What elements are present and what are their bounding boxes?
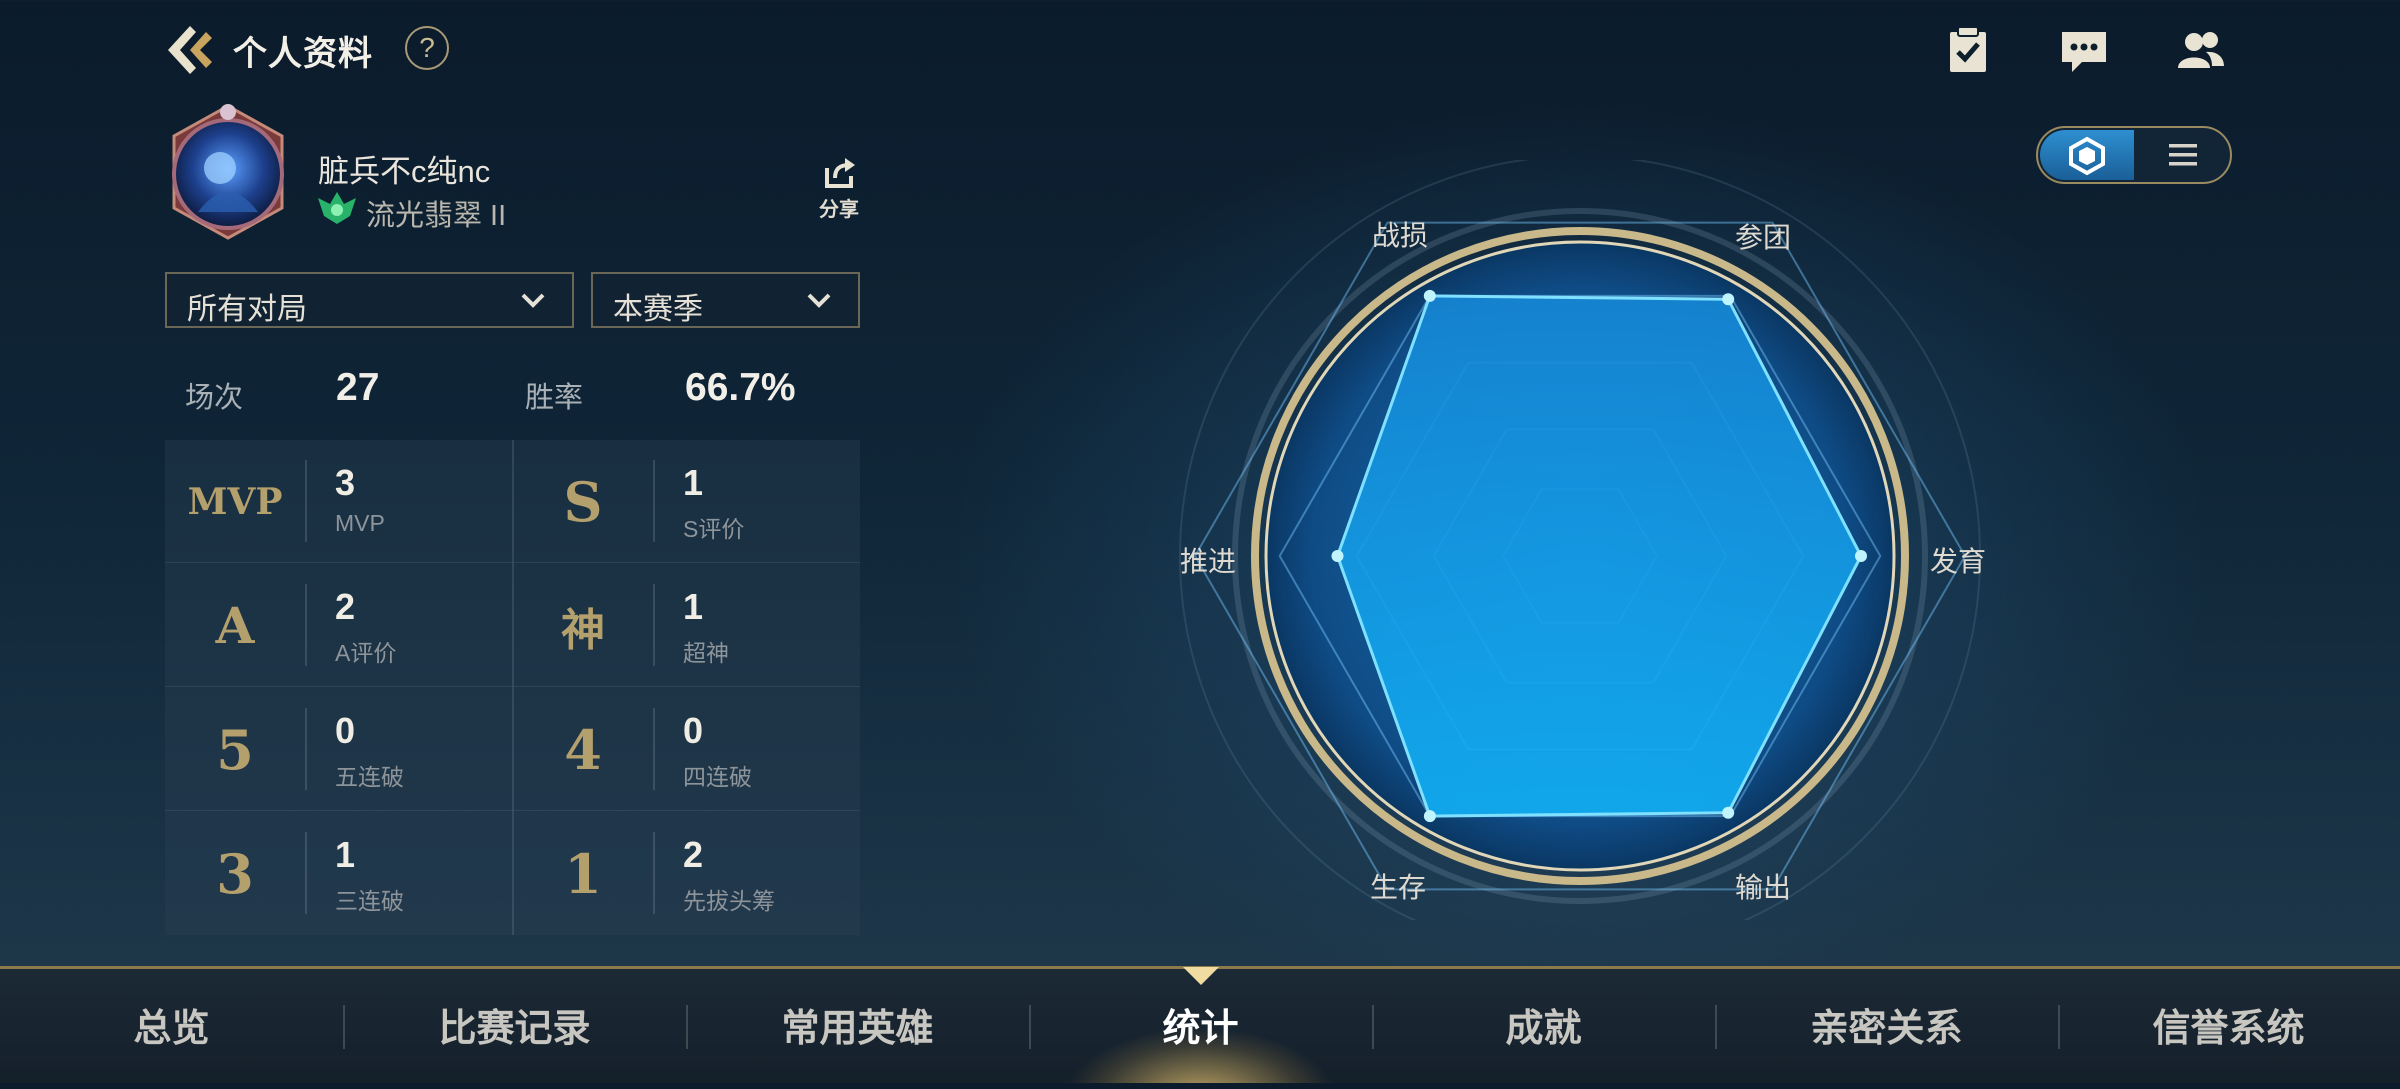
back-arrow-icon [168, 26, 212, 74]
radar-label-shengcun: 生存 [1370, 872, 1427, 903]
rank-emblem-icon [316, 190, 358, 226]
chat-bubble-icon [2062, 32, 2106, 72]
stat-name: 超神 [683, 640, 729, 666]
radar-label-fayu: 发育 [1930, 546, 1987, 577]
stat-triple-kill: 3 1 三连破 [165, 812, 512, 935]
stat-value: 1 [683, 462, 704, 503]
stat-value: 0 [335, 710, 356, 751]
avatar[interactable] [158, 102, 298, 242]
stat-value: 0 [683, 710, 704, 751]
chevron-down-icon [521, 293, 545, 308]
page-title: 个人资料 [233, 35, 373, 73]
winrate-label: 胜率 [525, 382, 584, 414]
tab-credit[interactable]: 信誉系统 [2057, 969, 2400, 1083]
stat-value: 1 [683, 586, 704, 627]
tab-relationships[interactable]: 亲密关系 [1715, 969, 2058, 1083]
friends-icon [2178, 32, 2224, 68]
back-button[interactable] [160, 20, 220, 80]
avatar-frame-icon [172, 104, 284, 240]
radar-point-fayu [1855, 550, 1867, 562]
games-value: 27 [336, 366, 380, 409]
tab-achievements[interactable]: 成就 [1372, 969, 1715, 1083]
radar-label-zhansun: 战损 [1372, 220, 1429, 251]
share-label: 分享 [819, 199, 859, 221]
radar-point-zhansun [1423, 289, 1436, 302]
player-nickname: 脏兵不c纯nc [318, 154, 491, 189]
quadra-badge-icon: 4 [564, 717, 602, 782]
checklist-icon [1950, 26, 1986, 72]
first-blood-badge-icon: 1 [564, 841, 602, 906]
stat-quadra-kill: 4 0 四连破 [513, 688, 860, 811]
stat-legendary: 神 1 超神 [513, 564, 860, 687]
chevron-down-icon [807, 293, 831, 308]
radar-view-button[interactable] [2040, 130, 2134, 180]
tab-match-history[interactable]: 比赛记录 [343, 969, 686, 1083]
penta-badge-icon: 5 [216, 717, 254, 782]
radar-point-tuijin [1331, 550, 1344, 562]
chat-button[interactable] [2056, 22, 2112, 78]
stat-name: 五连破 [335, 764, 404, 790]
winrate-value: 66.7% [685, 366, 796, 409]
radar-point-shengcun [1423, 810, 1436, 823]
view-toggle[interactable] [2036, 126, 2232, 184]
tab-overview[interactable]: 总览 [0, 969, 343, 1083]
mvp-badge-icon: MVP [187, 480, 283, 523]
stat-a-rating: A 2 A评价 [165, 564, 512, 687]
tab-statistics[interactable]: 统计 [1029, 969, 1372, 1083]
stat-name: 先拔头筹 [683, 888, 775, 914]
stat-first-blood: 1 2 先拔头筹 [513, 812, 860, 935]
a-badge-icon: A [215, 596, 255, 655]
radar-chart [1179, 160, 1981, 920]
radar-label-cantuan: 参团 [1735, 222, 1792, 253]
stat-value: 1 [335, 834, 356, 875]
stat-name: 四连破 [683, 764, 752, 790]
mode-dropdown-value: 所有对局 [187, 293, 307, 326]
mode-dropdown[interactable]: 所有对局 [165, 272, 574, 328]
help-button[interactable]: ? [405, 26, 449, 70]
stat-mvp: MVP 3 MVP [165, 440, 512, 563]
task-checklist-button[interactable] [1940, 22, 1996, 78]
stat-name: 三连破 [335, 888, 404, 914]
stat-value: 2 [335, 586, 356, 627]
bottom-nav: 总览 比赛记录 常用英雄 统计 成就 亲密关系 信誉系统 [0, 966, 2400, 1083]
s-badge-icon: S [563, 469, 603, 534]
stat-name: S评价 [683, 516, 745, 542]
stat-penta-kill: 5 0 五连破 [165, 688, 512, 811]
legendary-badge-icon: 神 [561, 604, 605, 656]
stat-name: A评价 [335, 640, 397, 666]
stat-value: 2 [683, 834, 704, 875]
hexagon-icon [2069, 136, 2105, 176]
radar-point-cantuan [1722, 293, 1735, 306]
stats-grid: MVP 3 MVP S 1 S评价 A 2 A评价 神 1 超神 5 0 五连破… [165, 440, 860, 935]
radar-label-shuchu: 输出 [1735, 872, 1792, 903]
stat-s-rating: S 1 S评价 [513, 440, 860, 563]
stat-name: MVP [335, 510, 385, 536]
list-view-button[interactable] [2136, 130, 2230, 180]
share-button[interactable]: 分享 [812, 156, 866, 221]
tab-heroes[interactable]: 常用英雄 [686, 969, 1029, 1083]
season-dropdown-value: 本赛季 [613, 293, 703, 326]
share-icon [825, 158, 855, 188]
triple-badge-icon: 3 [216, 841, 254, 906]
rank-title: 流光翡翠 II [366, 200, 507, 232]
stat-value: 3 [335, 462, 356, 503]
friends-button[interactable] [2172, 22, 2228, 78]
season-dropdown[interactable]: 本赛季 [591, 272, 860, 328]
list-icon [2169, 144, 2197, 166]
games-label: 场次 [185, 382, 244, 414]
radar-point-shuchu [1722, 806, 1735, 819]
radar-label-tuijin: 推进 [1180, 546, 1237, 577]
